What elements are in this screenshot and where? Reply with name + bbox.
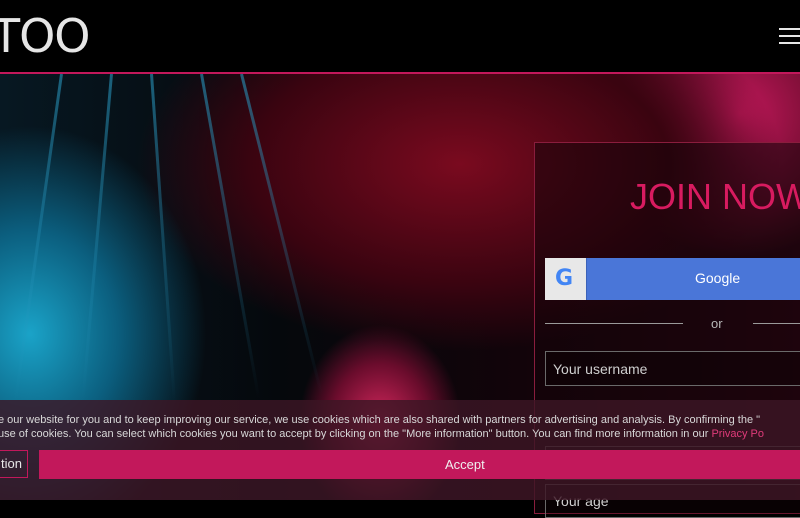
join-title: JOIN NOW: [630, 176, 800, 217]
accept-button-label: Accept: [445, 457, 485, 472]
top-bar: TOO: [0, 0, 800, 74]
cookie-text-line2-body: use of cookies. You can select which coo…: [0, 428, 712, 440]
or-separator: or: [711, 316, 723, 331]
more-information-button[interactable]: tion: [0, 450, 28, 478]
hair-strand: [240, 74, 323, 395]
google-signin-button[interactable]: G Google: [545, 258, 800, 300]
cookie-banner: e our website for you and to keep improv…: [0, 400, 800, 500]
hair-strand: [81, 74, 113, 403]
privacy-policy-link[interactable]: Privacy Po: [711, 428, 764, 440]
username-field[interactable]: [545, 351, 800, 386]
hamburger-menu-icon[interactable]: [779, 28, 800, 44]
hair-strand: [14, 74, 63, 401]
hamburger-line: [779, 42, 800, 44]
accept-cookies-button[interactable]: Accept: [39, 450, 800, 479]
hair-strand: [150, 74, 177, 404]
google-button-label: Google: [695, 270, 741, 286]
cookie-text-line1: e our website for you and to keep improv…: [0, 414, 761, 426]
hamburger-line: [779, 28, 800, 30]
google-g-icon: G: [545, 258, 587, 300]
or-divider-left: [545, 323, 683, 324]
hamburger-line: [779, 35, 800, 37]
or-divider-right: [753, 323, 800, 324]
cookie-message: e our website for you and to keep improv…: [0, 413, 800, 441]
cookie-text-line2: use of cookies. You can select which coo…: [0, 427, 800, 441]
site-logo[interactable]: TOO: [0, 12, 91, 60]
